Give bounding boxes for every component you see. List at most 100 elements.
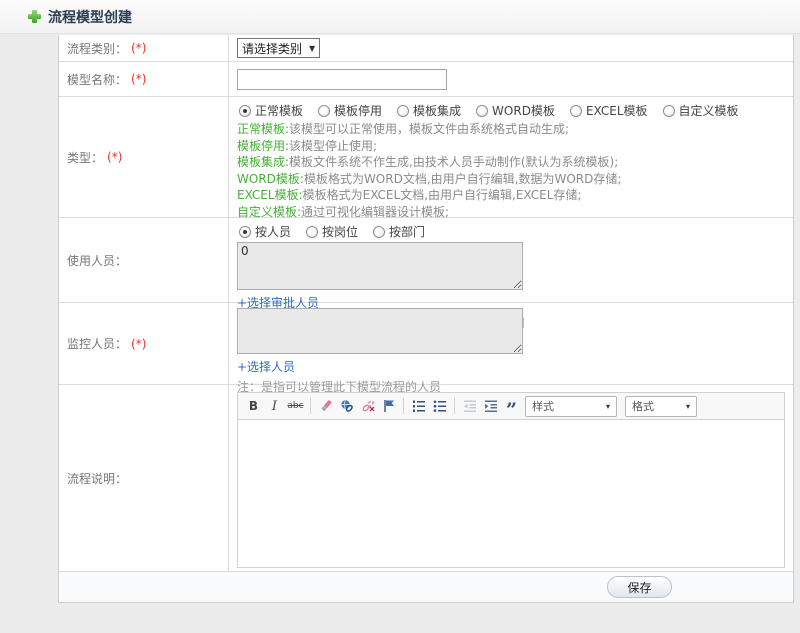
radio-icon — [569, 104, 582, 117]
model-name-input[interactable] — [237, 68, 447, 90]
radio-custom-template[interactable]: 自定义模板 — [662, 102, 739, 119]
radio-by-person[interactable]: 按人员 — [239, 223, 291, 240]
radio-label: 正常模板 — [255, 104, 304, 118]
italic-icon[interactable] — [264, 396, 285, 416]
description-label: 流程说明： — [67, 471, 128, 486]
category-label-cell: 流程类别： (*) — [59, 35, 229, 61]
format-dropdown[interactable]: 格式 ▾ — [625, 395, 697, 417]
form-footer: 保存 — [59, 572, 793, 602]
radio-label: EXCEL模板 — [585, 104, 648, 118]
row-model-name: 模型名称： (*) — [59, 62, 793, 97]
save-button[interactable]: 保存 — [607, 576, 672, 598]
monitors-required-mark: (*) — [131, 336, 147, 351]
link-icon[interactable] — [336, 396, 357, 416]
radio-icon — [397, 104, 410, 117]
radio-normal-template[interactable]: 正常模板 — [239, 102, 303, 119]
style-dropdown-label: 样式 — [532, 400, 554, 413]
radio-icon — [318, 104, 331, 117]
radio-icon — [306, 225, 319, 238]
radio-checked-icon — [239, 225, 251, 238]
monitors-label-cell: 监控人员： (*) — [59, 303, 229, 384]
radio-template-disabled[interactable]: 模板停用 — [318, 102, 382, 119]
select-people-link[interactable]: +选择人员 — [237, 358, 295, 375]
type-label-cell: 类型： (*) — [59, 97, 229, 217]
remove-format-icon[interactable] — [315, 396, 336, 416]
desc-text: 该模型可以正常使用，模板文件由系统格式自动生成; — [289, 122, 570, 136]
name-value-cell — [229, 62, 793, 96]
unlink-icon[interactable] — [357, 396, 378, 416]
editor-content-area[interactable] — [238, 420, 784, 567]
radio-label: 模板集成 — [413, 104, 462, 118]
category-required-mark: (*) — [131, 41, 147, 55]
row-category: 流程类别： (*) 请选择类别 ▼ — [59, 35, 793, 62]
strikethrough-icon[interactable] — [285, 396, 306, 416]
chevron-down-icon: ▾ — [605, 401, 610, 411]
chevron-down-icon: ▾ — [685, 401, 690, 411]
anchor-flag-icon[interactable] — [378, 396, 399, 416]
desc-term: WORD模板: — [237, 171, 304, 186]
blockquote-icon[interactable] — [501, 396, 522, 416]
row-users: 使用人员： 按人员 按岗位 按部门 0 +选择审批人员 注：是指允许使用此模型的… — [59, 218, 793, 330]
type-desc-line: 模板停用:该模型停止使用; — [237, 138, 785, 155]
desc-term: 模板集成: — [237, 155, 290, 169]
desc-term: EXCEL模板: — [237, 188, 303, 202]
radio-label: 按人员 — [255, 225, 292, 239]
users-label: 使用人员： — [67, 253, 128, 268]
desc-text: 模板文件系统不作生成,由技术人员手动制作(默认为系统模板); — [289, 155, 619, 169]
bullet-list-icon[interactable] — [429, 396, 450, 416]
category-value-cell: 请选择类别 ▼ — [229, 35, 793, 61]
editor-toolbar: 样式 ▾ 格式 ▾ — [238, 393, 784, 420]
type-value-cell: 正常模板 模板停用 模板集成 WORD模板 EXCEL模板 自定义模板 正常模板… — [229, 97, 793, 219]
description-value-cell: 样式 ▾ 格式 ▾ — [229, 385, 793, 571]
row-type: 类型： (*) 正常模板 模板停用 模板集成 WORD模板 EXCEL模板 自定义… — [59, 97, 793, 219]
style-dropdown[interactable]: 样式 ▾ — [525, 395, 617, 417]
users-radio-group: 按人员 按岗位 按部门 — [239, 223, 785, 240]
outdent-icon[interactable] — [459, 396, 480, 416]
radio-label: 自定义模板 — [678, 104, 739, 118]
monitors-value-cell: +选择人员 注：是指可以管理此下模型流程的人员 — [229, 303, 793, 394]
radio-icon — [476, 104, 489, 117]
type-required-mark: (*) — [107, 150, 123, 164]
radio-label: WORD模板 — [492, 104, 555, 118]
process-model-form: 流程类别： (*) 请选择类别 ▼ 模型名称： (*) 类型： (*) 正常模板 模板… — [58, 35, 794, 603]
radio-template-integrated[interactable]: 模板集成 — [397, 102, 461, 119]
monitors-textarea[interactable] — [237, 308, 523, 354]
desc-text: 模板格式为EXCEL文档,由用户自行编辑,EXCEL存储; — [302, 188, 582, 202]
numbered-list-icon[interactable] — [408, 396, 429, 416]
toolbar-separator — [310, 398, 311, 414]
type-radio-group: 正常模板 模板停用 模板集成 WORD模板 EXCEL模板 自定义模板 — [239, 102, 785, 119]
page-header: 流程模型创建 — [0, 0, 800, 34]
desc-text: 该模型停止使用; — [289, 138, 378, 153]
category-label: 流程类别： — [67, 41, 128, 56]
desc-term: 正常模板: — [237, 122, 290, 136]
page-title: 流程模型创建 — [48, 9, 132, 26]
radio-label: 模板停用 — [334, 104, 383, 118]
bold-icon[interactable] — [243, 396, 264, 416]
desc-text: 通过可视化编辑器设计模板; — [301, 204, 450, 219]
radio-label: 按岗位 — [322, 225, 359, 239]
radio-label: 按部门 — [389, 225, 426, 239]
type-desc-line: 正常模板:该模型可以正常使用，模板文件由系统格式自动生成; — [237, 121, 785, 138]
radio-checked-icon — [239, 104, 251, 117]
radio-word-template[interactable]: WORD模板 — [476, 102, 555, 119]
users-textarea[interactable]: 0 — [237, 242, 523, 290]
add-plus-icon — [28, 10, 41, 23]
name-required-mark: (*) — [131, 72, 147, 86]
row-monitors: 监控人员： (*) +选择人员 注：是指可以管理此下模型流程的人员 — [59, 303, 793, 394]
radio-icon — [662, 104, 675, 117]
radio-excel-template[interactable]: EXCEL模板 — [569, 102, 648, 119]
indent-icon[interactable] — [480, 396, 501, 416]
users-value-cell: 按人员 按岗位 按部门 0 +选择审批人员 注：是指允许使用此模型的人员，留空为… — [229, 218, 793, 330]
users-label-cell: 使用人员： — [59, 218, 229, 302]
name-label-cell: 模型名称： (*) — [59, 62, 229, 96]
toolbar-separator — [454, 398, 455, 414]
radio-icon — [373, 225, 386, 238]
desc-text: 模板格式为WORD文档,由用户自行编辑,数据为WORD存储; — [303, 171, 622, 186]
category-select[interactable]: 请选择类别 ▼ — [237, 38, 321, 58]
toolbar-separator — [403, 398, 404, 414]
description-label-cell: 流程说明： — [59, 385, 229, 571]
type-label: 类型： — [67, 150, 104, 165]
radio-by-position[interactable]: 按岗位 — [306, 223, 358, 240]
row-description: 流程说明： B I abc ” 样式 ▾ 格式 ▾ — [59, 385, 793, 572]
radio-by-department[interactable]: 按部门 — [373, 223, 425, 240]
